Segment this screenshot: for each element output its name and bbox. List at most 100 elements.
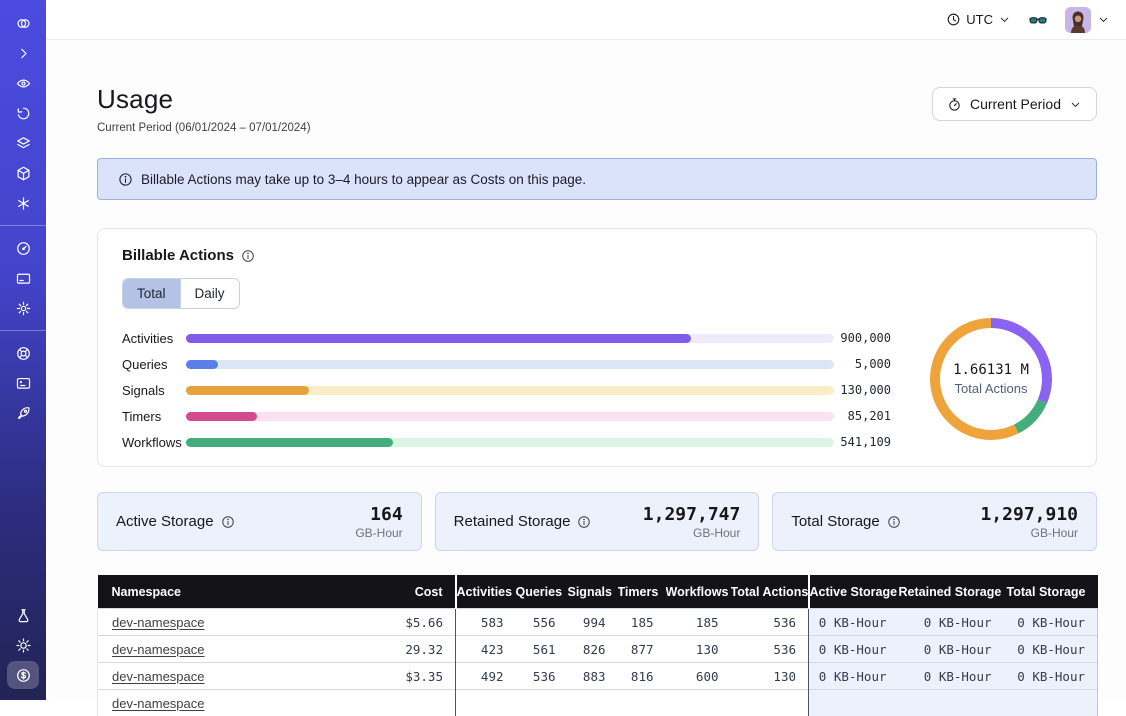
- cell-activities: 423: [456, 636, 516, 663]
- col-header-cost: Cost: [358, 575, 456, 609]
- sidebar-item-terminal[interactable]: [7, 369, 39, 397]
- billing-card-icon: [15, 270, 32, 287]
- cell-active-storage: 0 KB-Hour: [809, 609, 899, 636]
- bar-fill: [186, 360, 218, 369]
- bar-value: 130,000: [834, 383, 891, 397]
- current-period-subtitle: Current Period (06/01/2024 – 07/01/2024): [97, 122, 1097, 134]
- col-header-workflows: Workflows: [666, 575, 731, 609]
- rocket-icon: [15, 405, 32, 422]
- billable-actions-title: Billable Actions: [122, 247, 234, 264]
- sun-icon: [15, 637, 32, 654]
- info-icon[interactable]: [577, 515, 591, 529]
- timezone-selector[interactable]: UTC: [946, 12, 1011, 27]
- stat-value-block: 1,297,747GB-Hour: [643, 504, 741, 540]
- cell-total-actions: 130: [731, 663, 809, 690]
- tab-daily[interactable]: Daily: [181, 279, 239, 308]
- info-icon[interactable]: [241, 249, 255, 263]
- donut-center: 1.66131 M Total Actions: [921, 309, 1061, 449]
- page-header: Usage Current Period (06/01/2024 – 07/01…: [97, 84, 1097, 134]
- bar-value: 541,109: [834, 435, 891, 449]
- total-actions-donut: 1.66131 M Total Actions: [921, 309, 1061, 449]
- table-row[interactable]: dev-namespace$5.665835569941851855360 KB…: [98, 609, 1098, 636]
- bar-track: [186, 386, 834, 395]
- sidebar-item-usage-dollar[interactable]: [7, 661, 39, 689]
- table-row[interactable]: dev-namespace$3.354925368838166001300 KB…: [98, 663, 1098, 690]
- period-dropdown-button[interactable]: Current Period: [932, 87, 1097, 121]
- account-menu[interactable]: [1065, 7, 1110, 33]
- namespace-link[interactable]: dev-namespace: [112, 642, 205, 657]
- total-actions-label: Total Actions: [955, 381, 1028, 396]
- namespace-link[interactable]: dev-namespace: [112, 669, 205, 684]
- sidebar-item-history[interactable]: [7, 99, 39, 127]
- cell-workflows: [666, 690, 731, 716]
- sidebar-item-rocket[interactable]: [7, 399, 39, 427]
- cell-total-storage: 0 KB-Hour: [1004, 636, 1098, 663]
- sidebar-item-chevron-right[interactable]: [7, 39, 39, 67]
- col-header-queries: Queries: [516, 575, 568, 609]
- sidebar-item-cube[interactable]: [7, 159, 39, 187]
- col-header-timers: Timers: [618, 575, 666, 609]
- sidebar-item-gauge[interactable]: [7, 234, 39, 262]
- col-header-namespace: Namespace: [98, 575, 358, 609]
- cell-timers: [618, 690, 666, 716]
- stat-value: 164: [355, 504, 402, 525]
- total-storage-card: Total Storage1,297,910GB-Hour: [772, 492, 1097, 551]
- sidebar-item-sun[interactable]: [7, 631, 39, 659]
- info-icon[interactable]: [221, 515, 235, 529]
- stat-label-row: Total Storage: [791, 513, 900, 530]
- namespace-link[interactable]: dev-namespace: [112, 696, 205, 711]
- cell-cost: $3.35: [358, 663, 456, 690]
- stat-unit: GB-Hour: [643, 526, 741, 540]
- sidebar-item-temporal-logo[interactable]: [7, 9, 39, 37]
- retained-storage-card: Retained Storage 1,297,747GB-Hour: [435, 492, 760, 551]
- col-header-active-storage: Active Storage: [809, 575, 899, 609]
- col-header-total-actions: Total Actions: [731, 575, 809, 609]
- cell-cost: [358, 690, 456, 716]
- billable-info-banner: Billable Actions may take up to 3–4 hour…: [97, 158, 1097, 200]
- cell-timers: 185: [618, 609, 666, 636]
- cell-signals: 826: [568, 636, 618, 663]
- chevron-right-icon: [15, 45, 32, 62]
- tab-total[interactable]: Total: [123, 279, 181, 308]
- cell-namespace: dev-namespace: [98, 609, 358, 636]
- sidebar-item-asterisk[interactable]: [7, 189, 39, 217]
- info-icon: [118, 172, 133, 187]
- table-row-partial[interactable]: dev-namespace: [98, 690, 1098, 716]
- cell-total-actions: 536: [731, 636, 809, 663]
- asterisk-icon: [15, 195, 32, 212]
- sidebar-item-layers[interactable]: [7, 129, 39, 157]
- chevron-down-icon: [998, 13, 1011, 26]
- stat-label-row: Retained Storage: [454, 513, 592, 530]
- period-dropdown-label: Current Period: [970, 96, 1061, 112]
- sidebar-item-flask[interactable]: [7, 601, 39, 629]
- col-header-signals: Signals: [568, 575, 618, 609]
- stat-value: 1,297,910: [980, 504, 1078, 525]
- cell-retained-storage: 0 KB-Hour: [899, 663, 1004, 690]
- topbar: UTC: [46, 0, 1126, 40]
- sidebar-item-gear[interactable]: [7, 294, 39, 322]
- info-icon[interactable]: [887, 515, 901, 529]
- sidebar-item-namespaces[interactable]: [7, 69, 39, 97]
- col-header-total-storage: Total Storage: [1004, 575, 1098, 609]
- cell-namespace: dev-namespace: [98, 663, 358, 690]
- sidebar-item-lifebuoy[interactable]: [7, 339, 39, 367]
- sidebar-item-billing-card[interactable]: [7, 264, 39, 292]
- bar-track: [186, 412, 834, 421]
- cell-total-storage: [1004, 690, 1098, 716]
- lifebuoy-icon: [15, 345, 32, 362]
- terminal-icon: [15, 375, 32, 392]
- cell-signals: [568, 690, 618, 716]
- stat-unit: GB-Hour: [355, 526, 402, 540]
- cell-cost: $5.66: [358, 609, 456, 636]
- cell-workflows: 185: [666, 609, 731, 636]
- assistant-button[interactable]: [1027, 9, 1049, 31]
- stat-value: 1,297,747: [643, 504, 741, 525]
- col-header-activities: Activities: [456, 575, 516, 609]
- table-row[interactable]: dev-namespace29.324235618268771305360 KB…: [98, 636, 1098, 663]
- stat-label-row: Active Storage: [116, 513, 235, 530]
- cell-retained-storage: 0 KB-Hour: [899, 636, 1004, 663]
- namespace-link[interactable]: dev-namespace: [112, 615, 205, 630]
- billable-actions-title-row: Billable Actions: [122, 247, 1072, 264]
- bar-fill: [186, 386, 309, 395]
- cell-retained-storage: 0 KB-Hour: [899, 609, 1004, 636]
